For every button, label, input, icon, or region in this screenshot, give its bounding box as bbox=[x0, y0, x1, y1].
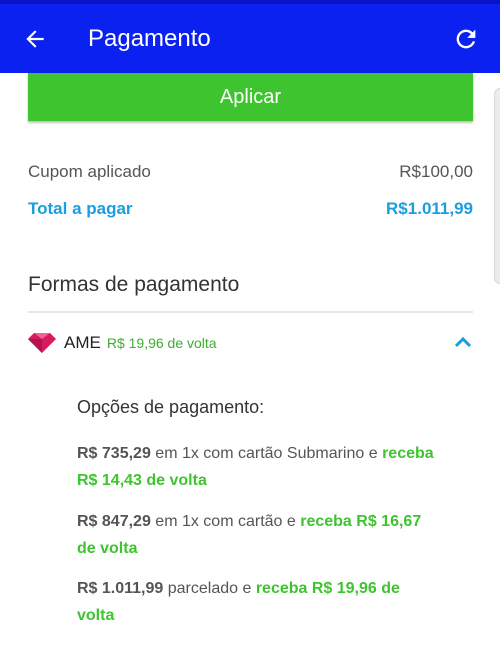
apply-button[interactable]: Aplicar bbox=[28, 73, 473, 121]
chevron-up-icon[interactable] bbox=[453, 334, 473, 350]
payment-method-cashback: R$ 19,96 de volta bbox=[106, 335, 217, 351]
coupon-label: Cupom aplicado bbox=[28, 162, 151, 181]
payment-option: R$ 1.011,99 parcelado e receba R$ 19,96 … bbox=[77, 575, 437, 629]
option-text: em 1x com cartão e bbox=[150, 513, 301, 530]
payment-methods-title: Formas de pagamento bbox=[28, 273, 240, 296]
total-row: Total a pagar R$1.011,99 bbox=[28, 199, 473, 219]
coupon-value: R$100,00 bbox=[399, 162, 473, 181]
coupon-row: Cupom aplicado R$100,00 bbox=[28, 162, 473, 182]
option-price: R$ 1.011,99 bbox=[77, 580, 164, 597]
arrow-left-icon[interactable] bbox=[22, 26, 48, 52]
total-label: Total a pagar bbox=[28, 199, 133, 218]
option-text: em 1x com cartão Submarino e bbox=[150, 445, 383, 462]
divider bbox=[28, 311, 473, 313]
page-title: Pagamento bbox=[88, 25, 211, 52]
payment-options-title: Opções de pagamento: bbox=[77, 397, 265, 417]
option-text: parcelado e bbox=[163, 580, 256, 597]
payment-method-name: AME bbox=[64, 333, 101, 352]
option-price: R$ 847,29 bbox=[77, 513, 151, 530]
refresh-icon[interactable] bbox=[452, 25, 480, 53]
payment-method-ame[interactable]: AME R$ 19,96 de volta bbox=[28, 330, 473, 356]
payment-option: R$ 735,29 em 1x com cartão Submarino e r… bbox=[77, 440, 437, 494]
ame-gem-icon bbox=[28, 333, 56, 353]
option-price: R$ 735,29 bbox=[77, 445, 151, 462]
payment-option: R$ 847,29 em 1x com cartão e receba R$ 1… bbox=[77, 508, 437, 562]
scroll-indicator bbox=[494, 88, 500, 284]
app-bar: Pagamento bbox=[0, 0, 500, 73]
total-value: R$1.011,99 bbox=[386, 199, 473, 218]
